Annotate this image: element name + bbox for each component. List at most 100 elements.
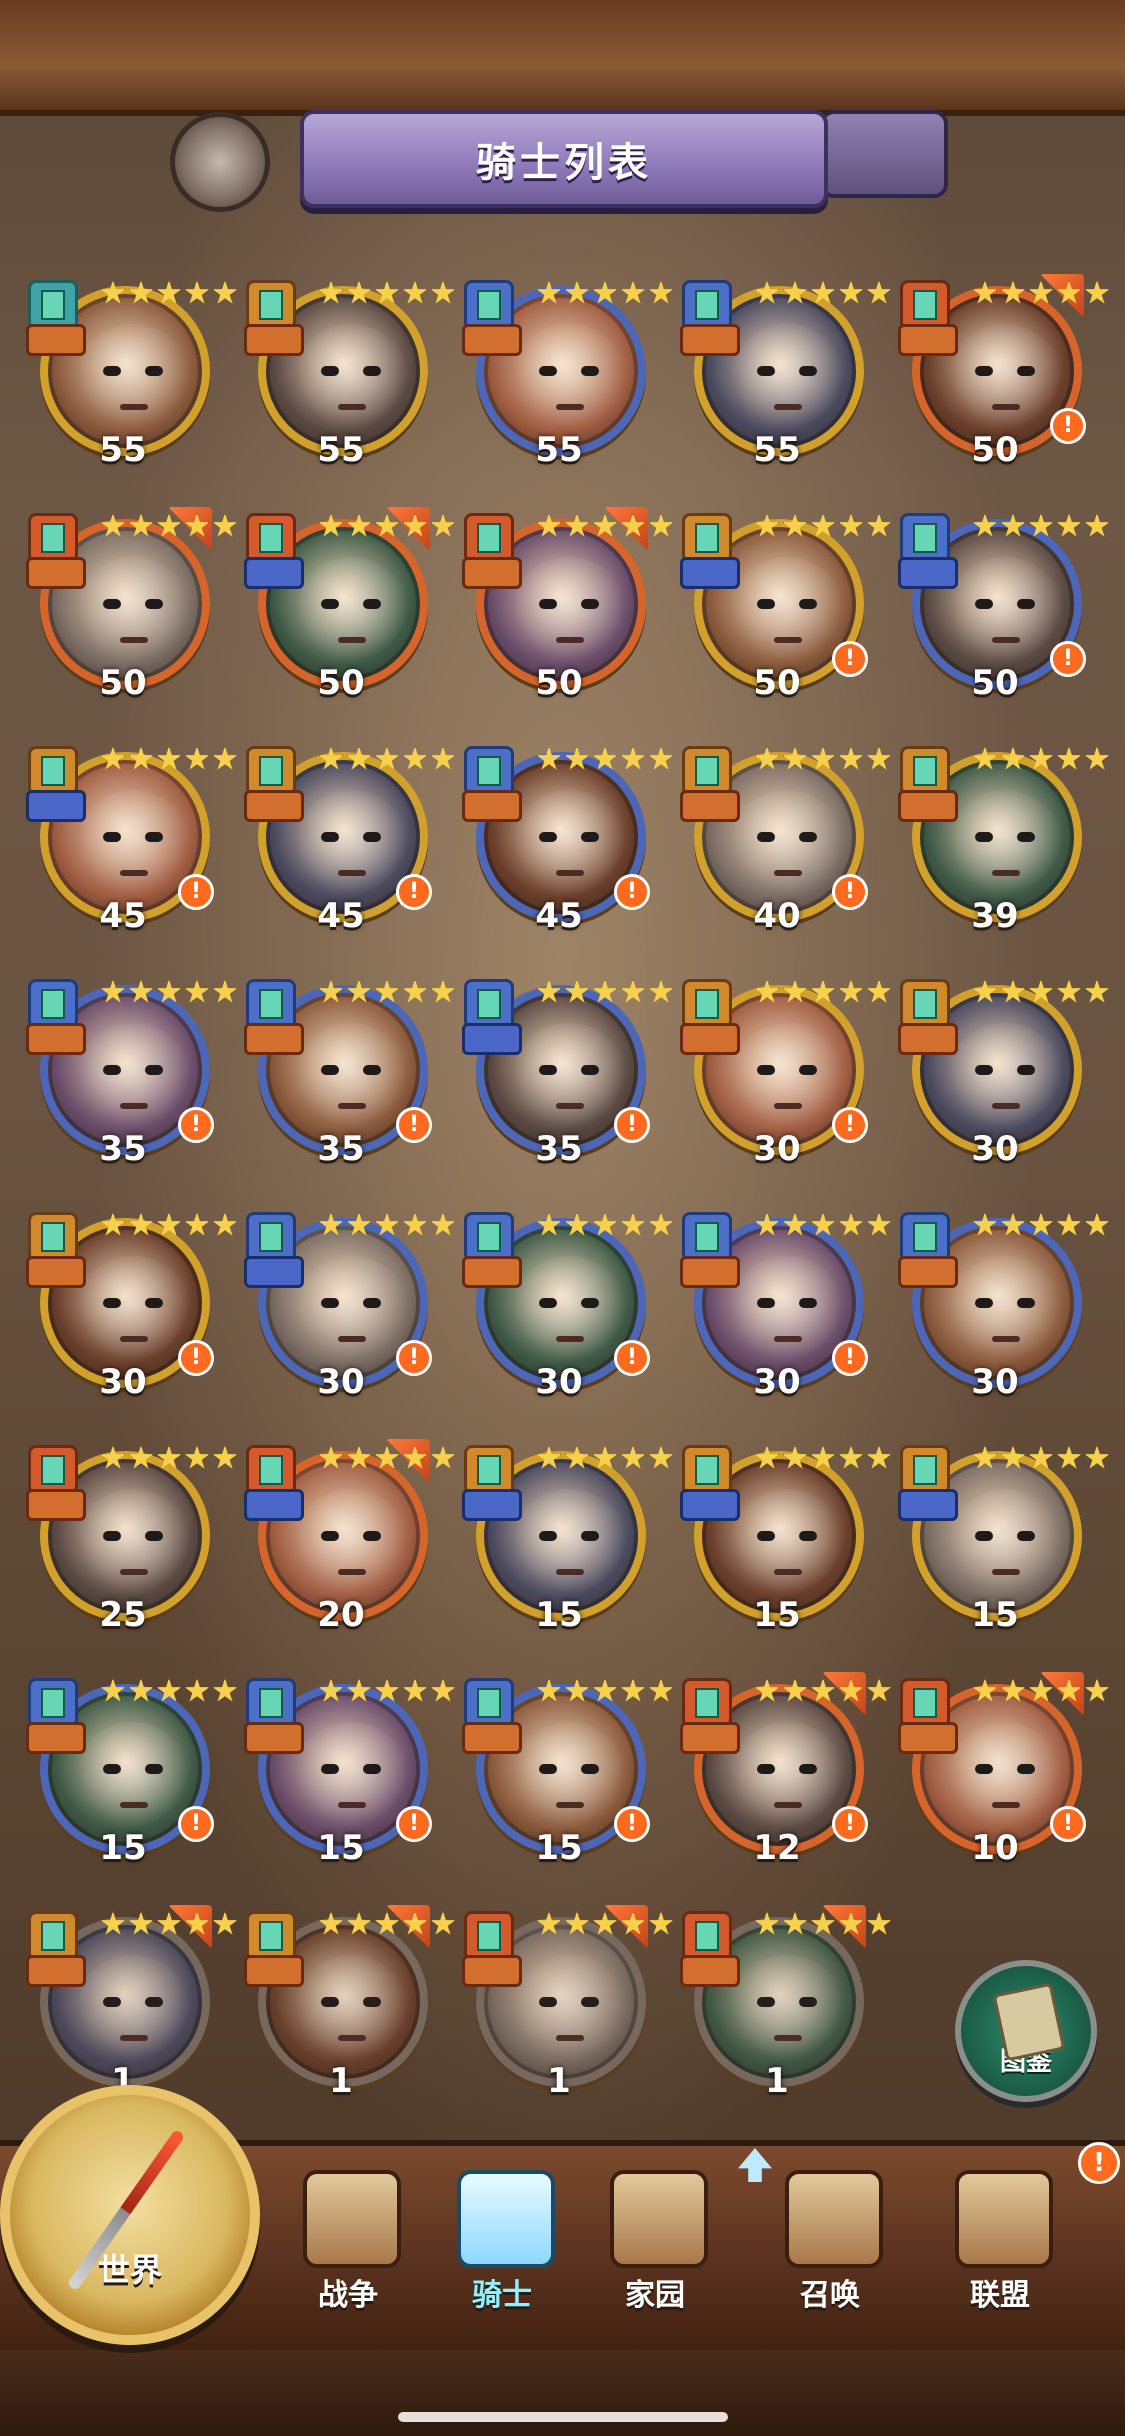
star-icon — [156, 1678, 182, 1702]
knight-card[interactable]: 1 — [26, 1905, 238, 2101]
eye-icon — [799, 599, 817, 609]
star-icon — [838, 979, 864, 1003]
eye-icon — [539, 1298, 557, 1308]
collection-button[interactable]: 图鉴 — [955, 1960, 1097, 2102]
role-badge-icon — [898, 790, 958, 822]
knight-face — [945, 1023, 1065, 1143]
knight-card[interactable]: 15! — [244, 1678, 456, 1868]
knight-card[interactable]: 35! — [26, 979, 238, 1169]
star-icon — [972, 513, 998, 537]
knight-card[interactable]: 15 — [680, 1445, 892, 1635]
star-icon — [346, 746, 372, 770]
star-icon — [346, 513, 372, 537]
knight-card[interactable]: 40! — [680, 746, 892, 936]
class-badge-icon — [464, 746, 514, 796]
star-rating — [318, 1678, 456, 1704]
class-badge-icon — [246, 1212, 296, 1262]
star-icon — [212, 513, 238, 537]
role-badge-icon — [680, 1722, 740, 1754]
knight-card[interactable]: 50! — [898, 513, 1110, 703]
eye-icon — [975, 1764, 993, 1774]
star-icon — [128, 979, 154, 1003]
knight-card[interactable]: 50 — [26, 507, 238, 703]
knight-card[interactable]: 55 — [680, 280, 892, 470]
knight-card[interactable]: 30! — [462, 1212, 674, 1402]
page-title-banner: 骑士列表 — [300, 110, 828, 208]
eye-icon — [539, 1764, 557, 1774]
class-badge-icon — [464, 979, 514, 1029]
knight-card[interactable]: 50 — [462, 507, 674, 703]
knight-level: 30 — [753, 1362, 801, 1402]
upgrade-alert-badge: ! — [1050, 408, 1086, 444]
knight-level: 30 — [535, 1362, 583, 1402]
star-rating — [318, 1445, 456, 1471]
knight-face — [291, 1256, 411, 1376]
knight-card[interactable]: 30! — [680, 1212, 892, 1402]
nav-war[interactable]: 战争 — [278, 2170, 418, 2350]
knight-card[interactable]: 30! — [680, 979, 892, 1169]
book-icon — [992, 1982, 1066, 2062]
nav-knight[interactable]: 骑士 — [432, 2170, 572, 2350]
knight-card[interactable]: 15 — [898, 1445, 1110, 1635]
class-badge-icon — [28, 1678, 78, 1728]
mouth-icon — [992, 1802, 1020, 1808]
knight-card[interactable]: 55 — [26, 280, 238, 470]
star-icon — [184, 1445, 210, 1469]
home-indicator[interactable] — [398, 2412, 728, 2422]
role-badge-icon — [26, 1955, 86, 1987]
knight-card[interactable]: 1 — [680, 1905, 892, 2101]
eye-icon — [799, 1531, 817, 1541]
mouth-icon — [120, 870, 148, 876]
knight-card[interactable]: 30! — [244, 1212, 456, 1402]
role-badge-icon — [26, 1023, 86, 1055]
knight-level: 30 — [971, 1129, 1019, 1169]
knight-card[interactable]: 35! — [462, 979, 674, 1169]
star-rating — [318, 979, 456, 1005]
class-badge-icon — [246, 280, 296, 330]
knight-card[interactable]: 45! — [462, 746, 674, 936]
star-icon — [648, 280, 674, 304]
eye-icon — [539, 1065, 557, 1075]
knight-card[interactable]: 45! — [244, 746, 456, 936]
knight-card[interactable]: 30 — [898, 1212, 1110, 1402]
mouth-icon — [556, 637, 584, 643]
knight-card[interactable]: 45! — [26, 746, 238, 936]
knight-card[interactable]: 39 — [898, 746, 1110, 936]
knight-card[interactable]: 50! — [898, 274, 1110, 470]
star-icon — [592, 979, 618, 1003]
knight-card[interactable]: 1 — [244, 1905, 456, 2101]
nav-alliance[interactable]: 联盟 — [930, 2170, 1070, 2350]
role-badge-icon — [244, 324, 304, 356]
knight-card[interactable]: 50! — [680, 513, 892, 703]
eye-icon — [539, 832, 557, 842]
eye-icon — [757, 366, 775, 376]
knight-card[interactable]: 15! — [26, 1678, 238, 1868]
knight-card[interactable]: 30! — [26, 1212, 238, 1402]
knight-card[interactable]: 35! — [244, 979, 456, 1169]
knight-card[interactable]: 15! — [462, 1678, 674, 1868]
eye-icon — [581, 366, 599, 376]
knight-card[interactable]: 55 — [462, 280, 674, 470]
nav-home[interactable]: 家园 — [585, 2170, 725, 2350]
world-compass-button[interactable]: 世界 — [0, 2085, 260, 2345]
knight-card[interactable]: 25 — [26, 1445, 238, 1635]
knight-card[interactable]: 30 — [898, 979, 1110, 1169]
train-icon — [785, 2170, 883, 2268]
knight-card[interactable]: 12! — [680, 1672, 892, 1868]
upgrade-alert-badge: ! — [832, 1806, 868, 1842]
mouth-icon — [774, 1569, 802, 1575]
role-badge-icon — [462, 1722, 522, 1754]
role-badge-icon — [680, 1256, 740, 1288]
star-icon — [128, 746, 154, 770]
knight-card[interactable]: 50 — [244, 507, 456, 703]
nav-summon[interactable]: 召唤 — [760, 2170, 900, 2350]
knight-card[interactable]: 10! — [898, 1672, 1110, 1868]
eye-icon — [975, 1065, 993, 1075]
star-rating — [754, 979, 892, 1005]
knight-card[interactable]: 15 — [462, 1445, 674, 1635]
eye-icon — [363, 1298, 381, 1308]
world-label: 世界 — [97, 2251, 162, 2289]
knight-card[interactable]: 20 — [244, 1439, 456, 1635]
knight-card[interactable]: 55 — [244, 280, 456, 470]
knight-card[interactable]: 1 — [462, 1905, 674, 2101]
